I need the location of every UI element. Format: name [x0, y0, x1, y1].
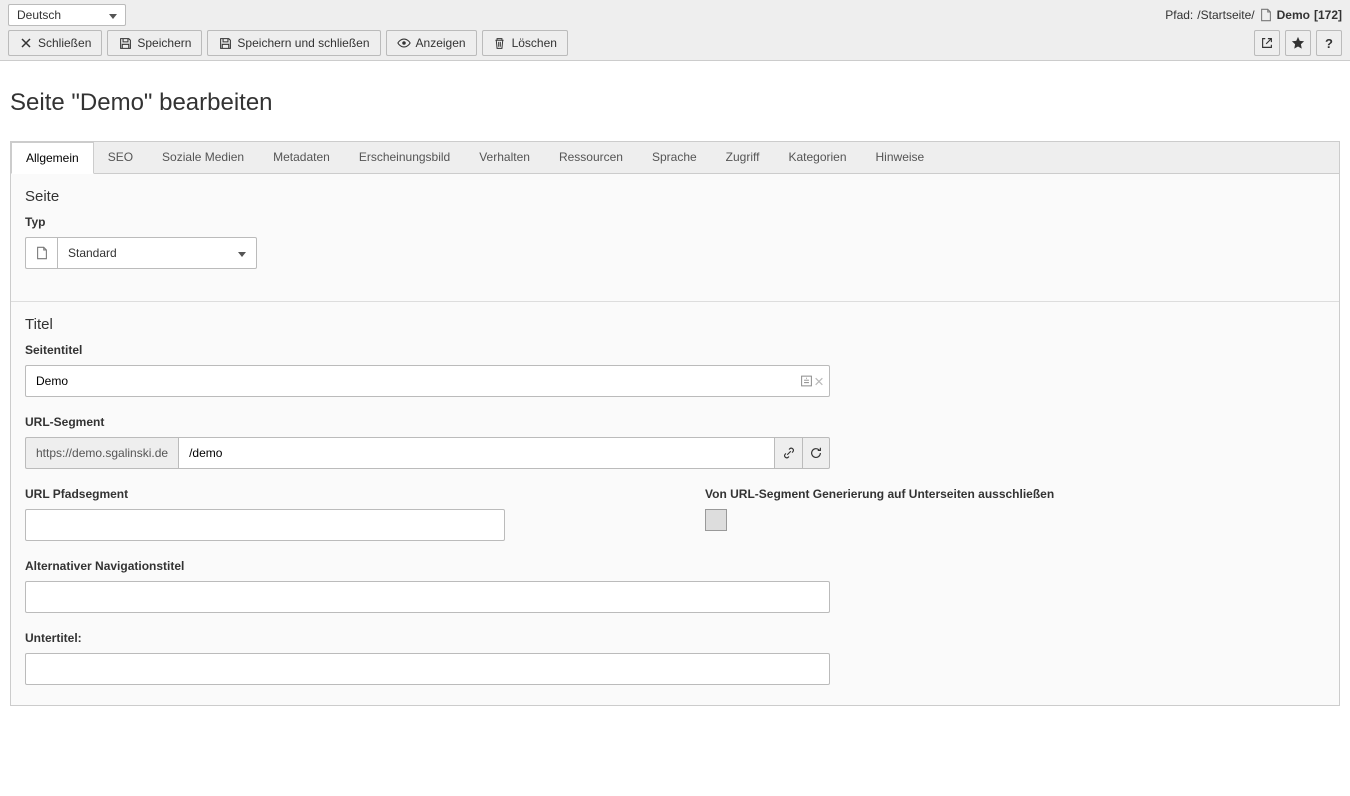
clear-icon [814, 376, 824, 386]
urlseg-lock-button[interactable] [774, 437, 802, 469]
tab-verhalten[interactable]: Verhalten [465, 142, 545, 173]
external-link-icon [1260, 36, 1274, 50]
delete-button-label: Löschen [512, 36, 557, 50]
path-label: Pfad: [1165, 8, 1193, 22]
section-title-heading: Titel [25, 316, 1325, 333]
save-icon [118, 36, 132, 50]
exclude-label: Von URL-Segment Generierung auf Untersei… [705, 487, 1054, 501]
page-type-icon [35, 246, 49, 260]
bookmark-button[interactable] [1285, 30, 1311, 56]
subtitle-label: Untertitel: [25, 631, 1325, 645]
close-button-label: Schließen [38, 36, 91, 50]
navtitle-label: Alternativer Navigationstitel [25, 559, 1325, 573]
help-button[interactable]: ? [1316, 30, 1342, 56]
tab-zugriff[interactable]: Zugriff [712, 142, 775, 173]
tab-hinweise[interactable]: Hinweise [862, 142, 940, 173]
pagetitle-label: Seitentitel [25, 343, 1325, 357]
tab-panel: Seite Typ Standard Titel Seite [10, 173, 1340, 706]
path-info: Pfad: /Startseite/ Demo [172] [1165, 8, 1342, 22]
language-select[interactable]: Deutsch [8, 4, 126, 26]
path-value: /Startseite/ [1197, 8, 1254, 22]
view-button[interactable]: Anzeigen [386, 30, 477, 56]
page-name: Demo [1277, 8, 1310, 22]
tab-erscheinungsbild[interactable]: Erscheinungsbild [345, 142, 465, 173]
refresh-icon [809, 446, 823, 460]
delete-button[interactable]: Löschen [482, 30, 568, 56]
language-select-value: Deutsch [17, 8, 61, 22]
tab-sprache[interactable]: Sprache [638, 142, 712, 173]
section-page: Seite Typ Standard [11, 174, 1339, 302]
right-buttons: ? [1254, 30, 1342, 56]
topbar: Deutsch Pfad: /Startseite/ Demo [172] Sc… [0, 0, 1350, 61]
type-select-value: Standard [68, 246, 117, 260]
exclude-checkbox[interactable] [705, 509, 727, 531]
tab-soziale-medien[interactable]: Soziale Medien [148, 142, 259, 173]
contacts-icon [800, 375, 813, 388]
pagetitle-input[interactable] [25, 365, 830, 397]
view-button-label: Anzeigen [416, 36, 466, 50]
section-page-title: Seite [25, 188, 1325, 205]
urlpath-input[interactable] [25, 509, 505, 541]
save-button-label: Speichern [137, 36, 191, 50]
tab-allgemein[interactable]: Allgemein [11, 142, 94, 174]
urlseg-refresh-button[interactable] [802, 437, 830, 469]
type-icon-box [25, 237, 57, 269]
tabs: Allgemein SEO Soziale Medien Metadaten E… [10, 141, 1340, 173]
save-close-button[interactable]: Speichern und schließen [207, 30, 380, 56]
tab-kategorien[interactable]: Kategorien [774, 142, 861, 173]
close-button[interactable]: Schließen [8, 30, 102, 56]
urlseg-label: URL-Segment [25, 415, 1325, 429]
trash-icon [493, 36, 507, 50]
save-button[interactable]: Speichern [107, 30, 202, 56]
save-close-icon [218, 36, 232, 50]
star-icon [1291, 36, 1305, 50]
open-external-button[interactable] [1254, 30, 1280, 56]
urlseg-prefix: https://demo.sgalinski.de [25, 437, 178, 469]
tab-metadaten[interactable]: Metadaten [259, 142, 345, 173]
type-label: Typ [25, 215, 1325, 229]
link-icon [782, 446, 796, 460]
urlpath-label: URL Pfadsegment [25, 487, 505, 501]
urlseg-input[interactable] [178, 437, 774, 469]
eye-icon [397, 36, 411, 50]
help-icon: ? [1322, 36, 1336, 50]
close-icon [19, 36, 33, 50]
save-close-button-label: Speichern und schließen [237, 36, 369, 50]
page-id: [172] [1314, 8, 1342, 22]
pagetitle-clear[interactable] [800, 375, 824, 388]
section-title: Titel Seitentitel URL-Segment https://de… [11, 302, 1339, 705]
action-buttons: Schließen Speichern Speichern und schlie… [8, 30, 568, 56]
subtitle-input[interactable] [25, 653, 830, 685]
type-select[interactable]: Standard [57, 237, 257, 269]
navtitle-input[interactable] [25, 581, 830, 613]
tab-ressourcen[interactable]: Ressourcen [545, 142, 638, 173]
tab-seo[interactable]: SEO [94, 142, 148, 173]
page-icon [1259, 8, 1273, 22]
page-title: Seite "Demo" bearbeiten [10, 89, 1340, 117]
